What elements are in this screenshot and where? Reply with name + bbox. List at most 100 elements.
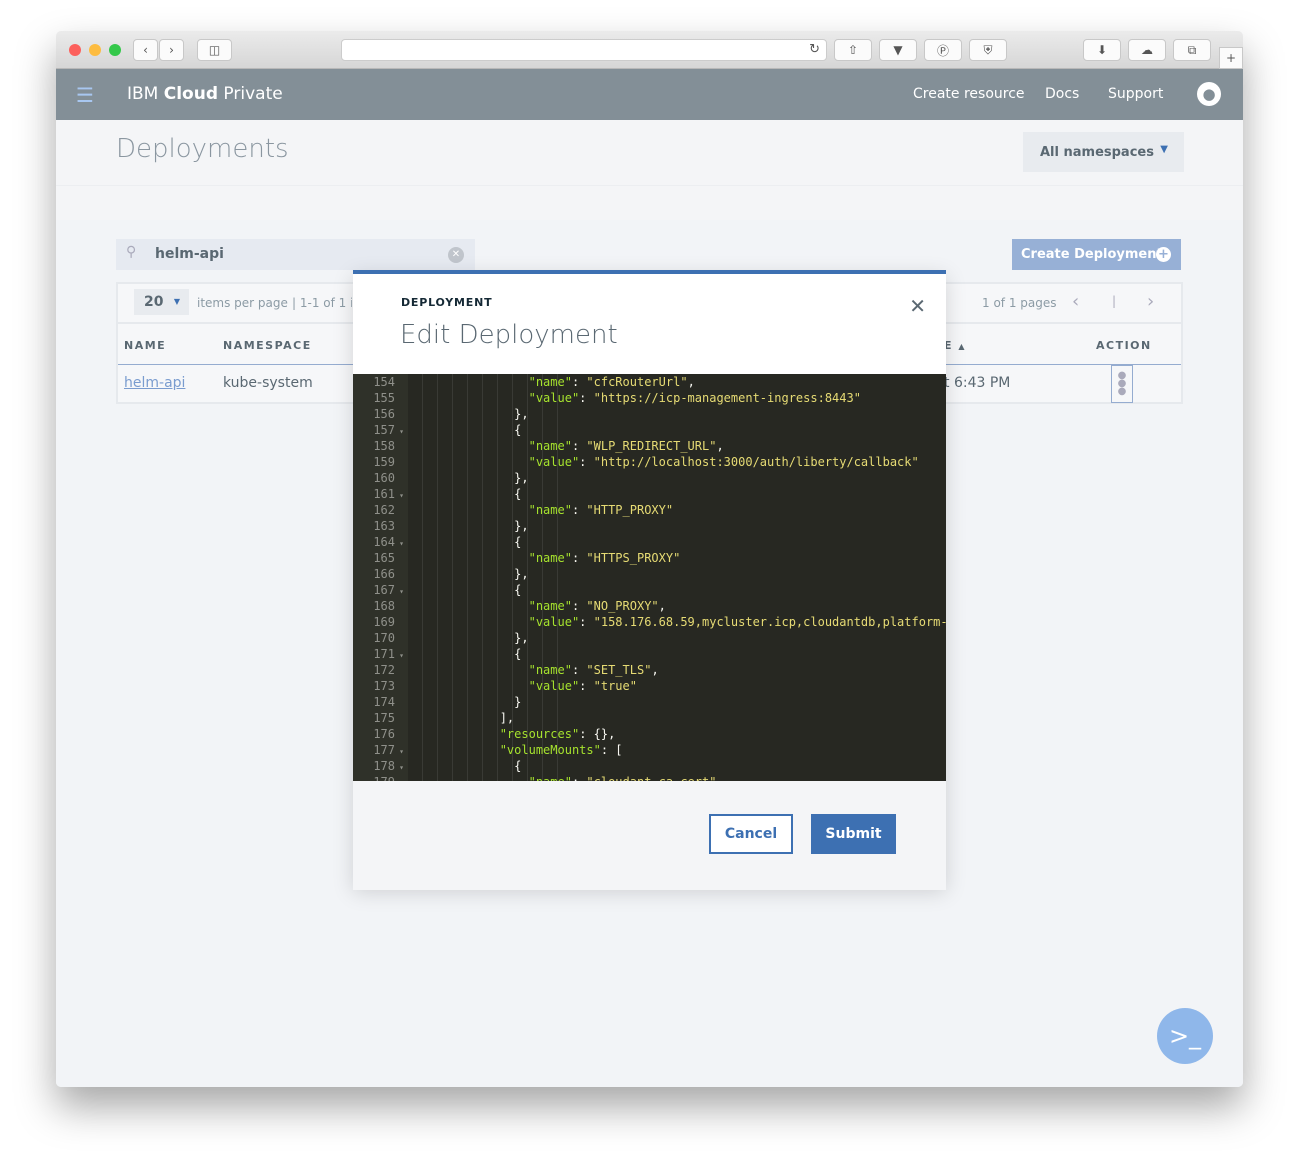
hamburger-menu-icon[interactable]: ☰ [76,83,94,107]
code-line: 176 "resources": {}, [353,726,946,742]
code-text: "value": "158.176.68.59,mycluster.icp,cl… [528,615,946,629]
next-page-icon[interactable]: › [1147,291,1154,312]
code-text: } [413,695,522,709]
sort-asc-icon: ▲ [958,342,967,351]
password-manager-icon[interactable]: Ⓟ [924,39,962,61]
minimize-window-button[interactable] [89,44,101,56]
back-icon[interactable]: ‹ [133,39,158,61]
cloud-icon[interactable]: ☁ [1128,39,1166,61]
per-page-select[interactable]: 20 ▼ [134,289,189,315]
shield-icon[interactable]: ⛨ [969,39,1007,61]
prev-page-icon[interactable]: ‹ [1072,291,1079,312]
maximize-window-button[interactable] [109,44,121,56]
column-header-created[interactable]: E ▲ [944,339,966,352]
chevron-down-icon: ▼ [1160,144,1168,155]
code-text: "value": "http://localhost:3000/auth/lib… [528,455,919,469]
line-number: 162 [373,503,395,517]
code-text: "name": "HTTP_PROXY" [528,503,674,517]
terminal-icon: >_ [1168,1022,1202,1050]
modal-footer: Cancel Submit [353,781,946,890]
pocket-icon[interactable]: ▼ [879,39,917,61]
pagination-divider: | [1112,294,1117,308]
code-line: 174 } [353,694,946,710]
code-line: 177 ▾ "volumeMounts": [ [353,742,946,758]
share-icon[interactable]: ⇧ [834,39,872,61]
clear-search-icon[interactable]: ✕ [448,247,464,263]
close-window-button[interactable] [69,44,81,56]
line-number: 175 [373,711,395,725]
line-number: 178 [373,759,395,773]
code-line: 155 "value": "https://icp-management-ing… [353,390,946,406]
code-line: 161 ▾ { [353,486,946,502]
line-number: 157 [373,423,395,437]
code-text: { [413,647,522,661]
page-header: Deployments All namespaces ▼ [56,120,1243,186]
code-line: 154 "name": "cfcRouterUrl", [353,374,946,390]
code-text: "name": "cloudant-ca-cert", [413,774,724,781]
line-number: 167 [373,583,395,597]
cancel-button[interactable]: Cancel [709,814,793,854]
brand-prefix: IBM [127,84,164,104]
modal-title: Edit Deployment [400,320,618,350]
code-text: "name": "NO_PROXY", [528,599,666,613]
chevron-down-icon: ▼ [173,297,180,306]
submit-button[interactable]: Submit [811,814,896,854]
code-text: { [413,583,522,597]
items-range: | 1-1 of 1 items [292,296,352,310]
create-deployment-button[interactable]: Create Deployment + [1012,239,1181,270]
per-page-value: 20 [144,294,164,310]
new-tab-button[interactable]: + [1219,47,1243,69]
line-number: 179 [353,774,395,781]
line-number: 154 [373,375,395,389]
brand-suffix: Private [218,84,283,104]
line-number: 158 [373,439,395,453]
overflow-menu-icon[interactable]: ● ● ● [1111,365,1133,403]
search-icon: ⚲ [126,244,137,260]
modal-eyebrow: DEPLOYMENT [401,296,493,309]
address-bar[interactable]: ↻ [341,39,827,61]
create-deployment-label: Create Deployment [1021,247,1163,262]
column-header-namespace[interactable]: NAMESPACE [223,339,312,352]
line-number: 168 [373,599,395,613]
column-header-name[interactable]: NAME [124,339,166,352]
json-editor[interactable]: 154 "name": "cfcRouterUrl", 155 "value": … [353,374,946,781]
code-line: 158 "name": "WLP_REDIRECT_URL", [353,438,946,454]
code-text: "resources": {}, [499,727,616,741]
deployment-name-link[interactable]: helm-api [124,375,185,391]
search-value: helm-api [155,246,224,262]
nav-support[interactable]: Support [1108,86,1163,102]
namespace-select-value: All namespaces [1040,145,1154,160]
line-number: 161 [373,487,395,501]
page-count: 1 of 1 pages [982,296,1057,310]
code-line: 170 }, [353,630,946,646]
code-text: "name": "HTTPS_PROXY" [528,551,681,565]
code-line: 163 }, [353,518,946,534]
code-line: 172 "name": "SET_TLS", [353,662,946,678]
forward-icon[interactable]: › [159,39,184,61]
code-line: 166 }, [353,566,946,582]
line-number: 169 [373,615,395,629]
user-avatar-icon[interactable]: ● [1197,82,1221,106]
code-line: 157 ▾ { [353,422,946,438]
search-input[interactable]: ⚲ helm-api ✕ [116,239,475,270]
namespace-select[interactable]: All namespaces ▼ [1023,132,1184,172]
nav-create-resource[interactable]: Create resource [913,86,1025,102]
close-icon[interactable]: ✕ [909,294,926,318]
code-line: 178 ▾ { [353,758,946,774]
page-title: Deployments [116,134,289,164]
code-text: }, [413,567,529,581]
nav-docs[interactable]: Docs [1045,86,1079,102]
terminal-button[interactable]: >_ [1157,1008,1213,1064]
line-number: 176 [373,727,395,741]
download-icon[interactable]: ⬇ [1083,39,1121,61]
line-number: 166 [373,567,395,581]
brand-bold: Cloud [163,84,219,104]
brand-logo[interactable]: IBM Cloud Private [127,84,283,104]
reload-icon[interactable]: ↻ [809,42,820,57]
tabs-icon[interactable]: ⧉ [1173,39,1211,61]
edit-deployment-modal: DEPLOYMENT Edit Deployment ✕ 154 "name":… [353,270,946,890]
namespace-cell: kube-system [223,375,313,391]
code-text: { [413,423,522,437]
top-nav: ☰ IBM Cloud Private Create resource Docs… [56,69,1243,120]
sidebar-icon[interactable]: ◫ [197,39,232,61]
